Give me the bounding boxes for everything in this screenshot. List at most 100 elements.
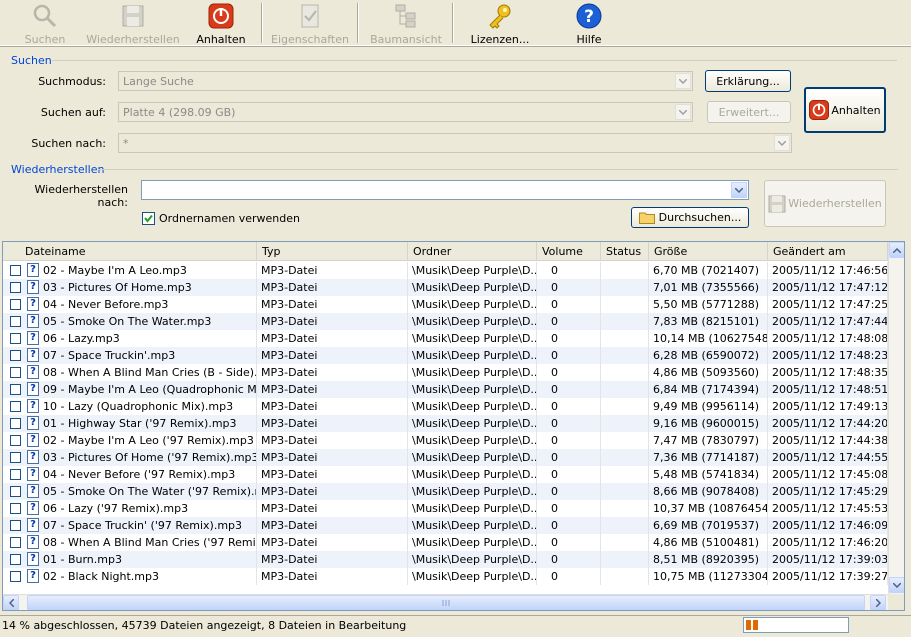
cell-filename: 07 - Space Truckin'.mp3 bbox=[39, 347, 257, 364]
table-row[interactable]: ? 02 - Maybe I'm A Leo.mp3 MP3-Datei \Musik… bbox=[3, 262, 888, 279]
browse-label: Durchsuchen... bbox=[658, 211, 742, 224]
scroll-up-icon[interactable] bbox=[889, 242, 904, 258]
checkbox-checked-icon[interactable] bbox=[142, 212, 155, 225]
use-folder-names-checkbox[interactable]: Ordnernamen verwenden bbox=[142, 212, 300, 225]
restore-to-input[interactable] bbox=[141, 180, 749, 200]
toolbar-licenses-button[interactable]: Lizenzen... bbox=[468, 0, 532, 46]
file-list[interactable]: Dateiname Typ Ordner Volume Status Größe… bbox=[2, 241, 905, 611]
toolbar-restore-button[interactable]: Wiederherstellen bbox=[86, 0, 180, 46]
chevron-down-icon[interactable] bbox=[675, 73, 691, 89]
toolbar-treeview-button[interactable]: Baumansicht bbox=[370, 0, 442, 46]
table-row[interactable]: ? 03 - Pictures Of Home ('97 Remix).mp3 MP… bbox=[3, 449, 888, 466]
stop-search-button[interactable]: Anhalten bbox=[804, 87, 886, 133]
table-row[interactable]: ? 01 - Burn.mp3 MP3-Datei \Musik\Deep Purpl… bbox=[3, 551, 888, 568]
table-row[interactable]: ? 07 - Space Truckin'.mp3 MP3-Datei \Musik\… bbox=[3, 347, 888, 364]
column-header-status[interactable]: Status bbox=[601, 242, 649, 261]
column-header-size[interactable]: Größe bbox=[649, 242, 768, 261]
explain-button[interactable]: Erklärung... bbox=[705, 70, 791, 92]
row-checkbox[interactable] bbox=[10, 401, 21, 412]
cell-status bbox=[601, 262, 649, 279]
table-row[interactable]: ? 04 - Never Before.mp3 MP3-Datei \Musik\De… bbox=[3, 296, 888, 313]
row-checkbox[interactable] bbox=[10, 316, 21, 327]
unknown-file-icon: ? bbox=[27, 263, 39, 277]
cell-status bbox=[601, 500, 649, 517]
table-row[interactable]: ? 10 - Lazy (Quadrophonic Mix).mp3 MP3-Dat… bbox=[3, 398, 888, 415]
column-header-folder[interactable]: Ordner bbox=[408, 242, 537, 261]
search-for-select[interactable]: * bbox=[118, 133, 792, 153]
table-row[interactable]: ? 08 - When A Blind Man Cries (B - Side).… bbox=[3, 364, 888, 381]
table-row[interactable]: ? 08 - When A Blind Man Cries ('97 Remix)… bbox=[3, 534, 888, 551]
cell-type: MP3-Datei bbox=[257, 551, 408, 568]
row-checkbox[interactable] bbox=[10, 520, 21, 531]
key-icon bbox=[487, 3, 513, 29]
tree-icon bbox=[393, 3, 419, 29]
row-checkbox[interactable] bbox=[10, 554, 21, 565]
cell-filename: 02 - Maybe I'm A Leo ('97 Remix).mp3 bbox=[39, 432, 257, 449]
cell-status bbox=[601, 415, 649, 432]
cell-status bbox=[601, 483, 649, 500]
table-body: ? 02 - Maybe I'm A Leo.mp3 MP3-Datei \Musik… bbox=[3, 262, 888, 585]
column-header-type[interactable]: Typ bbox=[257, 242, 408, 261]
toolbar-stop-button[interactable]: Anhalten bbox=[195, 0, 247, 46]
table-row[interactable]: ? 06 - Lazy.mp3 MP3-Datei \Musik\Deep Purpl… bbox=[3, 330, 888, 347]
restore-button[interactable]: Wiederherstellen bbox=[764, 180, 886, 227]
unknown-file-icon: ? bbox=[27, 467, 39, 481]
row-checkbox[interactable] bbox=[10, 503, 21, 514]
cell-size: 7,36 MB (7714187) bbox=[649, 449, 768, 466]
row-checkbox[interactable] bbox=[10, 282, 21, 293]
chevron-down-icon[interactable] bbox=[675, 104, 691, 120]
column-header-volume[interactable]: Volume bbox=[537, 242, 601, 261]
row-checkbox[interactable] bbox=[10, 265, 21, 276]
toolbar-help-label: Hilfe bbox=[576, 33, 602, 46]
toolbar-search-button[interactable]: Suchen bbox=[20, 0, 70, 46]
table-row[interactable]: ? 06 - Lazy ('97 Remix).mp3 MP3-Datei \Musi… bbox=[3, 500, 888, 517]
horizontal-scrollbar[interactable] bbox=[3, 594, 888, 610]
browse-button[interactable]: Durchsuchen... bbox=[631, 207, 749, 228]
row-checkbox[interactable] bbox=[10, 435, 21, 446]
toolbar: Suchen Wiederherstellen Anhalten Eigensc… bbox=[0, 0, 911, 46]
cell-type: MP3-Datei bbox=[257, 415, 408, 432]
search-on-select[interactable]: Platte 4 (298.09 GB) bbox=[118, 102, 693, 122]
unknown-file-icon: ? bbox=[27, 382, 39, 396]
row-checkbox[interactable] bbox=[10, 333, 21, 344]
row-checkbox[interactable] bbox=[10, 469, 21, 480]
cell-volume: 0 bbox=[537, 347, 601, 364]
row-checkbox[interactable] bbox=[10, 452, 21, 463]
column-header-modified[interactable]: Geändert am bbox=[768, 242, 888, 261]
row-checkbox[interactable] bbox=[10, 367, 21, 378]
scroll-down-icon[interactable] bbox=[889, 577, 904, 593]
table-row[interactable]: ? 04 - Never Before ('97 Remix).mp3 MP3-Da… bbox=[3, 466, 888, 483]
table-row[interactable]: ? 05 - Smoke On The Water ('97 Remix).mp3… bbox=[3, 483, 888, 500]
toolbar-help-button[interactable]: ? Hilfe bbox=[565, 0, 613, 46]
row-checkbox[interactable] bbox=[10, 571, 21, 582]
scroll-right-icon[interactable] bbox=[870, 595, 886, 610]
use-folder-names-label: Ordnernamen verwenden bbox=[159, 212, 300, 225]
vertical-scrollbar[interactable] bbox=[888, 242, 904, 594]
table-row[interactable]: ? 02 - Black Night.mp3 MP3-Datei \Musik\Dee… bbox=[3, 568, 888, 585]
row-checkbox[interactable] bbox=[10, 486, 21, 497]
advanced-button[interactable]: Erweitert... bbox=[707, 101, 791, 123]
table-row[interactable]: ? 05 - Smoke On The Water.mp3 MP3-Datei \Mu… bbox=[3, 313, 888, 330]
cell-status bbox=[601, 449, 649, 466]
unknown-file-icon: ? bbox=[27, 552, 39, 566]
cell-type: MP3-Datei bbox=[257, 466, 408, 483]
column-header-filename[interactable]: Dateiname bbox=[20, 242, 257, 261]
unknown-file-icon: ? bbox=[27, 280, 39, 294]
row-checkbox[interactable] bbox=[10, 537, 21, 548]
toolbar-properties-button[interactable]: Eigenschaften bbox=[270, 0, 350, 46]
row-checkbox[interactable] bbox=[10, 384, 21, 395]
table-row[interactable]: ? 02 - Maybe I'm A Leo ('97 Remix).mp3 MP3… bbox=[3, 432, 888, 449]
table-row[interactable]: ? 03 - Pictures Of Home.mp3 MP3-Datei \Musi… bbox=[3, 279, 888, 296]
row-checkbox[interactable] bbox=[10, 350, 21, 361]
scroll-thumb[interactable] bbox=[27, 595, 865, 610]
search-mode-select[interactable]: Lange Suche bbox=[118, 71, 693, 91]
table-row[interactable]: ? 01 - Highway Star ('97 Remix).mp3 MP3-Da… bbox=[3, 415, 888, 432]
table-row[interactable]: ? 09 - Maybe I'm A Leo (Quadrophonic Mix.… bbox=[3, 381, 888, 398]
unknown-file-icon: ? bbox=[27, 518, 39, 532]
scroll-left-icon[interactable] bbox=[3, 595, 19, 610]
row-checkbox[interactable] bbox=[10, 418, 21, 429]
row-checkbox[interactable] bbox=[10, 299, 21, 310]
chevron-down-icon[interactable] bbox=[731, 182, 747, 198]
chevron-down-icon[interactable] bbox=[774, 135, 790, 151]
table-row[interactable]: ? 07 - Space Truckin' ('97 Remix).mp3 MP3-… bbox=[3, 517, 888, 534]
